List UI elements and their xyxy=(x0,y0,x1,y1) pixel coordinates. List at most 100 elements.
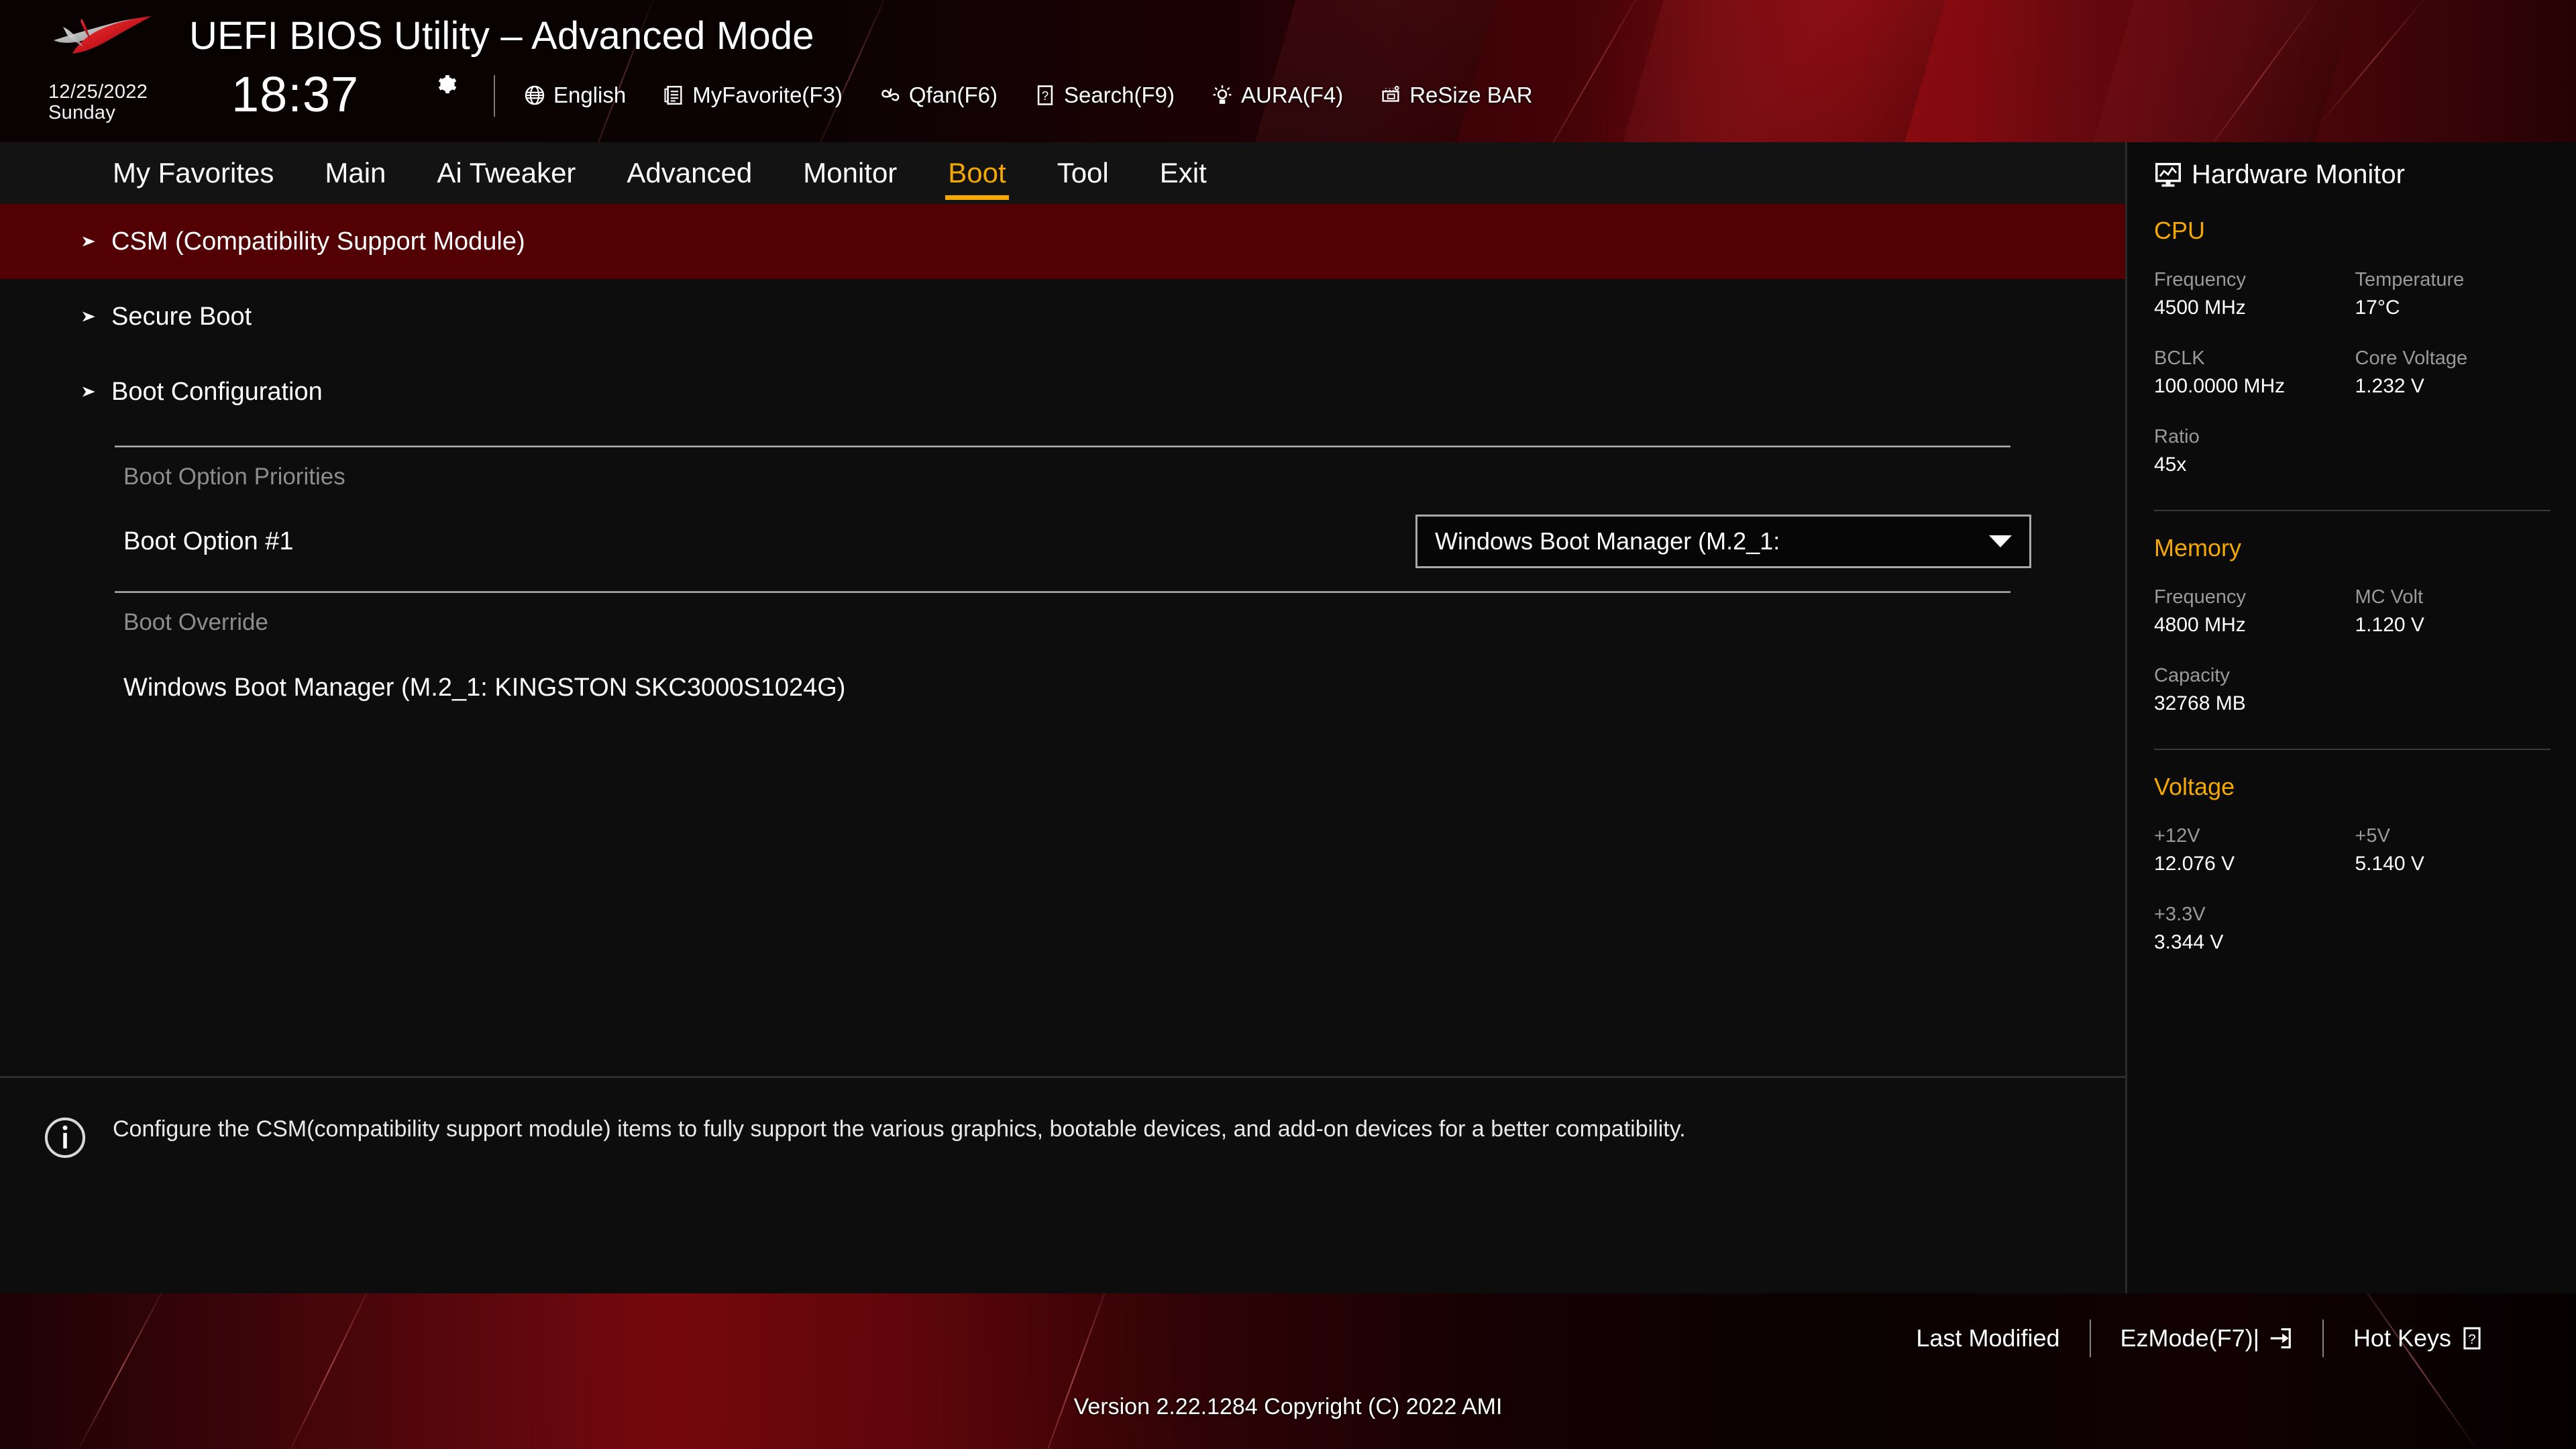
help-bar: Configure the CSM(compatibility support … xyxy=(0,1076,2125,1293)
voltage-33v-key: +3.3V xyxy=(2154,904,2206,925)
cpu-frequency-key: Frequency xyxy=(2154,269,2247,290)
memory-capacity-value: 32768 MB xyxy=(2154,692,2246,714)
bios-screen: UEFI BIOS Utility – Advanced Mode 12/25/… xyxy=(0,0,2576,1449)
voltage-33v-value: 3.344 V xyxy=(2154,931,2224,953)
boot-option-1-select[interactable]: Windows Boot Manager (M.2_1: xyxy=(1415,515,2031,568)
tab-main[interactable]: Main xyxy=(299,157,411,189)
tab-tool[interactable]: Tool xyxy=(1032,157,1134,189)
myfavorite-button[interactable]: MyFavorite(F3) xyxy=(662,83,843,108)
voltage-blank-key xyxy=(2355,904,2551,931)
boot-option-1-label: Boot Option #1 xyxy=(123,527,294,555)
cpu-bclk-value: 100.0000 MHz xyxy=(2154,375,2286,397)
svg-text:?: ? xyxy=(1042,89,1049,103)
clock-value: 18:37 xyxy=(231,66,360,122)
divider xyxy=(2154,749,2551,750)
submenu-boot-configuration[interactable]: Boot Configuration xyxy=(0,354,2125,429)
search-button[interactable]: ? Search(F9) xyxy=(1034,83,1175,108)
gear-icon[interactable] xyxy=(436,74,459,97)
submenu-boot-configuration-label: Boot Configuration xyxy=(111,377,323,406)
memory-mc-volt-value: 1.120 V xyxy=(2355,614,2424,636)
hw-group-voltage-fields: +12V +5V 12.076 V 5.140 V +3.3V 3.344 V xyxy=(2154,825,2551,982)
chevron-right-icon xyxy=(83,386,95,397)
cpu-blank-key xyxy=(2355,426,2551,453)
tab-advanced[interactable]: Advanced xyxy=(601,157,777,189)
cpu-bclk-key: BCLK xyxy=(2154,347,2205,369)
chevron-down-icon xyxy=(1989,535,2012,547)
footer-actions: Last Modified EzMode(F7)| Hot Keys ? xyxy=(1886,1316,2514,1360)
cpu-frequency-value: 4500 MHz xyxy=(2154,297,2246,319)
cpu-temperature-key: Temperature xyxy=(2355,269,2465,290)
voltage-12v-value: 12.076 V xyxy=(2154,853,2235,875)
cpu-core-voltage-key: Core Voltage xyxy=(2355,347,2468,369)
qfan-label: Qfan(F6) xyxy=(908,83,998,107)
hw-group-voltage-label: Voltage xyxy=(2154,773,2235,800)
tab-monitor[interactable]: Monitor xyxy=(777,157,922,189)
ezmode-label: EzMode(F7)| xyxy=(2120,1324,2259,1352)
boot-option-1-row: Boot Option #1 Windows Boot Manager (M.2… xyxy=(0,506,2125,576)
hw-group-memory-fields: Frequency MC Volt 4800 MHz 1.120 V Capac… xyxy=(2154,586,2551,743)
tab-my-favorites[interactable]: My Favorites xyxy=(87,157,299,189)
memory-blank-key xyxy=(2355,665,2551,692)
aura-label: AURA(F4) xyxy=(1241,83,1344,107)
submenu-csm[interactable]: CSM (Compatibility Support Module) xyxy=(0,204,2125,279)
tab-ai-tweaker[interactable]: Ai Tweaker xyxy=(411,157,601,189)
hardware-monitor-title-label: Hardware Monitor xyxy=(2192,160,2405,189)
title-banner: UEFI BIOS Utility – Advanced Mode 12/25/… xyxy=(0,0,2576,142)
weekday-value: Sunday xyxy=(48,102,116,124)
language-button[interactable]: English xyxy=(523,83,626,108)
submenu-secure-boot[interactable]: Secure Boot xyxy=(0,279,2125,354)
memory-mc-volt-key: MC Volt xyxy=(2355,586,2424,608)
svg-text:?: ? xyxy=(2468,1332,2475,1347)
hw-group-cpu-label: CPU xyxy=(2154,217,2206,244)
hw-group-cpu-fields: Frequency Temperature 4500 MHz 17°C BCLK… xyxy=(2154,269,2551,504)
date-display: 12/25/2022 Sunday xyxy=(48,81,148,124)
fan-icon xyxy=(881,88,900,101)
hotkeys-label: Hot Keys xyxy=(2353,1324,2451,1352)
footer-bar: Last Modified EzMode(F7)| Hot Keys ? Ver… xyxy=(0,1293,2576,1449)
resize-bar-button[interactable]: ReSize BAR xyxy=(1379,83,1533,108)
hotkeys-button[interactable]: Hot Keys ? xyxy=(2324,1324,2514,1352)
monitor-chart-icon xyxy=(2155,162,2181,186)
document-star-icon xyxy=(664,86,682,105)
memory-blank-value xyxy=(2355,692,2551,743)
version-text: Version 2.22.1284 Copyright (C) 2022 AMI xyxy=(1073,1394,1503,1419)
boot-override-entry[interactable]: Windows Boot Manager (M.2_1: KINGSTON SK… xyxy=(0,652,2125,723)
cpu-core-voltage-value: 1.232 V xyxy=(2355,375,2424,397)
cpu-temperature-value: 17°C xyxy=(2355,297,2400,319)
boot-option-priorities-heading: Boot Option Priorities xyxy=(123,464,345,490)
boot-override-heading: Boot Override xyxy=(123,609,268,635)
memory-frequency-value: 4800 MHz xyxy=(2154,614,2246,636)
cpu-ratio-value: 45x xyxy=(2154,453,2187,476)
voltage-12v-key: +12V xyxy=(2154,825,2200,847)
tab-boot[interactable]: Boot xyxy=(922,157,1031,200)
exit-arrow-icon xyxy=(2270,1328,2291,1349)
tab-exit[interactable]: Exit xyxy=(1134,157,1232,189)
cpu-ratio-key: Ratio xyxy=(2154,426,2200,447)
last-modified-button[interactable]: Last Modified xyxy=(1886,1324,2089,1352)
hardware-monitor-title: Hardware Monitor xyxy=(2154,160,2551,190)
header-separator xyxy=(494,75,495,117)
submenu-csm-label: CSM (Compatibility Support Module) xyxy=(111,227,525,256)
ezmode-button[interactable]: EzMode(F7)| xyxy=(2091,1324,2322,1352)
voltage-5v-value: 5.140 V xyxy=(2355,853,2424,875)
header-toolbar: English MyFavorite(F3) Qfan(F6) ? Search… xyxy=(523,74,1533,117)
content-pane: CSM (Compatibility Support Module) Secur… xyxy=(0,204,2125,1076)
resize-bar-label: ReSize BAR xyxy=(1409,83,1533,107)
help-text: Configure the CSM(compatibility support … xyxy=(113,1116,1686,1142)
voltage-blank-value xyxy=(2355,931,2551,982)
boot-option-1-value: Windows Boot Manager (M.2_1: xyxy=(1435,527,1780,555)
hardware-monitor-panel: Hardware Monitor CPU Frequency Temperatu… xyxy=(2125,142,2576,1293)
chevron-right-icon xyxy=(83,311,95,322)
date-value: 12/25/2022 xyxy=(48,81,148,103)
aura-button[interactable]: AURA(F4) xyxy=(1211,83,1343,108)
language-label: English xyxy=(553,83,627,107)
divider xyxy=(2154,510,2551,511)
globe-icon xyxy=(525,85,545,105)
submenu-secure-boot-label: Secure Boot xyxy=(111,302,252,331)
qfan-button[interactable]: Qfan(F6) xyxy=(879,83,998,108)
cpu-blank-value xyxy=(2355,453,2551,504)
search-label: Search(F9) xyxy=(1063,83,1175,107)
hw-group-memory-label: Memory xyxy=(2154,534,2242,561)
rog-logo-icon xyxy=(54,16,152,54)
memory-frequency-key: Frequency xyxy=(2154,586,2247,608)
